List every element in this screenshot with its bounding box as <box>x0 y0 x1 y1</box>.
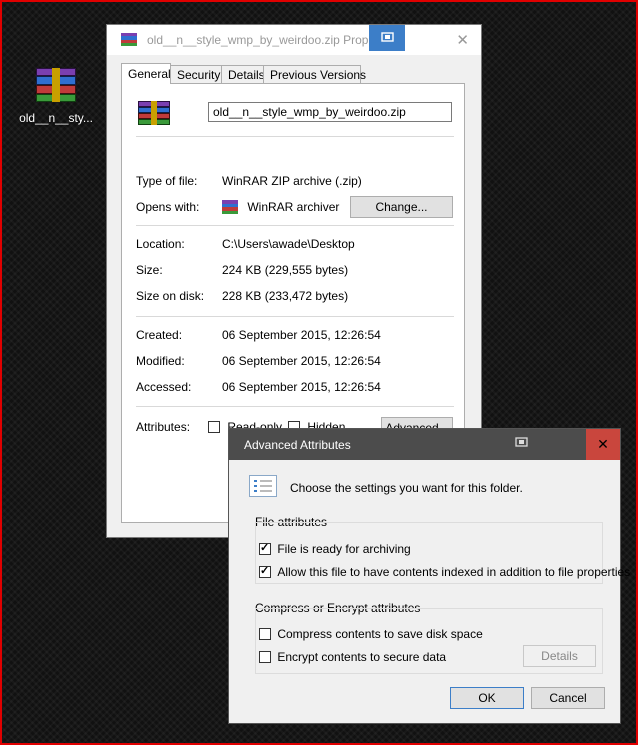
properties-close-button[interactable]: ✕ <box>456 31 469 49</box>
settings-list-icon <box>249 475 277 497</box>
location-row: Location: C:\Users\awade\Desktop <box>136 237 355 251</box>
advanced-attributes-dialog: Advanced Attributes ✕ Choose the setting… <box>228 428 630 724</box>
checklist-glyph-icon <box>254 480 272 492</box>
pin-glyph-icon <box>515 437 528 447</box>
archive-checkbox[interactable] <box>259 541 271 555</box>
accessed-value: 06 September 2015, 12:26:54 <box>222 380 381 394</box>
details-button[interactable]: Details <box>523 645 596 667</box>
modified-label: Modified: <box>136 354 185 368</box>
divider <box>136 225 454 226</box>
file-type-icon <box>138 101 170 125</box>
created-row: Created: 06 September 2015, 12:26:54 <box>136 328 381 342</box>
size-disk-value: 228 KB (233,472 bytes) <box>222 289 349 303</box>
archive-checkbox-row[interactable]: File is ready for archiving <box>259 541 411 556</box>
encrypt-checkbox[interactable] <box>259 651 271 663</box>
size-value: 224 KB (229,555 bytes) <box>222 263 349 277</box>
size-disk-label: Size on disk: <box>136 289 205 303</box>
compress-label: Compress contents to save disk space <box>277 627 483 641</box>
advanced-close-button[interactable]: ✕ <box>586 429 620 460</box>
file-name-input[interactable]: old__n__style_wmp_by_weirdoo.zip <box>208 102 452 122</box>
index-checkbox-row[interactable]: Allow this file to have contents indexed… <box>259 564 631 579</box>
created-value: 06 September 2015, 12:26:54 <box>222 328 381 342</box>
accessed-row: Accessed: 06 September 2015, 12:26:54 <box>136 380 381 394</box>
archive-label: File is ready for archiving <box>277 542 411 556</box>
size-label: Size: <box>136 263 163 277</box>
index-checkbox[interactable] <box>259 564 271 578</box>
ok-button[interactable]: OK <box>450 687 524 709</box>
winrar-archive-icon <box>36 68 76 102</box>
index-label: Allow this file to have contents indexed… <box>277 565 631 579</box>
compress-checkbox-row[interactable]: Compress contents to save disk space <box>259 627 483 641</box>
compress-checkbox[interactable] <box>259 628 271 640</box>
desktop-file-icon[interactable]: old__n__sty... <box>16 68 96 125</box>
location-label: Location: <box>136 237 185 251</box>
tab-general[interactable]: General <box>121 63 171 84</box>
advanced-titlebar[interactable]: Advanced Attributes ✕ <box>229 429 620 460</box>
snap-pin-icon[interactable] <box>515 437 529 452</box>
opens-label: Opens with: <box>136 200 200 214</box>
attributes-row: Attributes: <box>136 420 190 434</box>
change-button[interactable]: Change... <box>350 196 453 218</box>
tab-security[interactable]: Security <box>170 65 222 83</box>
created-label: Created: <box>136 328 183 342</box>
encrypt-label: Encrypt contents to secure data <box>277 650 447 664</box>
properties-title: old__n__style_wmp_by_weirdoo.zip Prope <box>147 33 376 47</box>
divider <box>136 316 454 317</box>
modified-value: 06 September 2015, 12:26:54 <box>222 354 381 368</box>
readonly-checkbox[interactable] <box>208 421 220 433</box>
advanced-title: Advanced Attributes <box>244 438 351 452</box>
properties-titlebar[interactable]: old__n__style_wmp_by_weirdoo.zip Prope ✕ <box>107 25 481 55</box>
pin-glyph-icon <box>381 32 394 42</box>
size-disk-row: Size on disk: 228 KB (233,472 bytes) <box>136 289 348 303</box>
winrar-app-icon <box>222 200 238 214</box>
type-value: WinRAR ZIP archive (.zip) <box>222 174 362 188</box>
snap-pin-icon[interactable] <box>369 25 405 51</box>
advanced-intro: Choose the settings you want for this fo… <box>290 481 523 495</box>
opens-row: Opens with: WinRAR archiver <box>136 200 339 214</box>
encrypt-checkbox-row[interactable]: Encrypt contents to secure data <box>259 650 446 664</box>
type-label: Type of file: <box>136 174 198 188</box>
location-value: C:\Users\awade\Desktop <box>222 237 355 251</box>
desktop-file-label: old__n__sty... <box>19 111 93 125</box>
opens-value: WinRAR archiver <box>247 200 340 214</box>
tab-previous-versions[interactable]: Previous Versions <box>263 65 366 83</box>
desktop: old__n__sty... old__n__style_wmp_by_weir… <box>0 0 638 745</box>
divider <box>136 406 454 407</box>
tab-details[interactable]: Details <box>221 65 265 83</box>
attributes-label: Attributes: <box>136 420 191 434</box>
cancel-button[interactable]: Cancel <box>531 687 605 709</box>
winrar-title-icon <box>121 33 137 46</box>
type-row: Type of file: WinRAR ZIP archive (.zip) <box>136 174 362 188</box>
modified-row: Modified: 06 September 2015, 12:26:54 <box>136 354 381 368</box>
divider <box>136 136 454 137</box>
accessed-label: Accessed: <box>136 380 192 394</box>
size-row: Size: 224 KB (229,555 bytes) <box>136 263 348 277</box>
